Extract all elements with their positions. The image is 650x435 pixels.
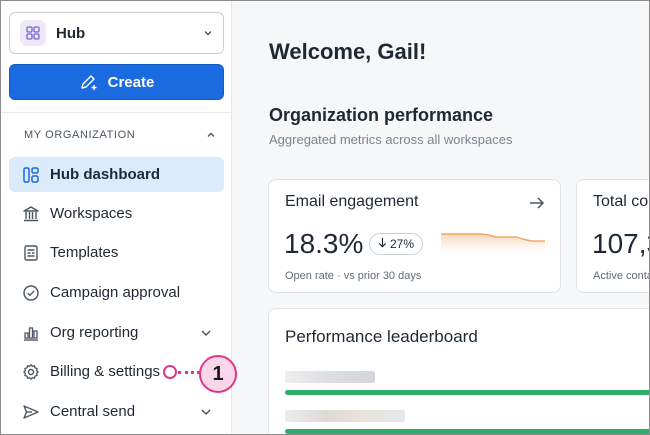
dashboard-icon [21, 165, 41, 185]
sidebar-item-org-reporting[interactable]: Org reporting [9, 315, 224, 350]
arrow-right-icon[interactable] [528, 195, 546, 211]
pencil-plus-icon [80, 75, 97, 90]
sidebar-item-label: Templates [50, 244, 119, 261]
delta-value: 27% [390, 237, 415, 251]
gear-icon [21, 362, 41, 382]
sidebar-item-hub-dashboard[interactable]: Hub dashboard [9, 157, 224, 192]
sidebar-item-label: Central send [50, 403, 136, 420]
callout-connector [178, 371, 200, 374]
sidebar-item-label: Org reporting [50, 324, 139, 341]
section-title-performance: Organization performance [269, 105, 494, 125]
chevron-down-icon [204, 31, 212, 36]
building-icon [21, 204, 41, 224]
metric-value: 107,3 [592, 228, 649, 259]
redacted-name [285, 371, 375, 383]
hub-selector-label: Hub [56, 24, 86, 42]
arrow-down-icon [378, 237, 387, 251]
sidebar-item-label: Hub dashboard [50, 166, 161, 183]
section-header-my-organization[interactable]: MY ORGANIZATION [24, 129, 216, 141]
sidebar-item-label: Campaign approval [50, 284, 181, 301]
sidebar-item-campaign-approval[interactable]: Campaign approval [9, 275, 224, 310]
hub-selector[interactable]: Hub [9, 12, 224, 54]
card-title: Email engagement [285, 193, 419, 210]
templates-icon [21, 243, 41, 263]
check-circle-icon [21, 283, 41, 303]
main-content: Welcome, Gail! Organization performance … [232, 1, 650, 434]
sidebar-item-central-send[interactable]: Central send [9, 394, 224, 429]
redacted-name [285, 410, 405, 422]
sidebar-item-templates[interactable]: Templates [9, 235, 224, 270]
callout-target-ring [163, 365, 177, 379]
email-engagement-card[interactable]: Email engagement 18.3% 27% Open rate · v… [268, 179, 561, 293]
performance-leaderboard-card: Performance leaderboard [268, 308, 649, 434]
chevron-up-icon [207, 132, 215, 137]
card-title: Performance leaderboard [285, 327, 478, 346]
sidebar: Hub Create MY ORGANIZATION Hub dashboard… [1, 1, 232, 434]
sidebar-item-label: Workspaces [50, 205, 133, 222]
section-title: MY ORGANIZATION [24, 129, 136, 141]
create-button[interactable]: Create [9, 64, 224, 100]
page-title: Welcome, Gail! [269, 39, 427, 64]
metric-value: 18.3% [284, 228, 364, 259]
card-title: Total co [593, 193, 649, 210]
create-button-label: Create [107, 73, 155, 91]
callout-badge: 1 [199, 355, 237, 393]
sidebar-item-workspaces[interactable]: Workspaces [9, 196, 224, 231]
progress-bar [285, 429, 649, 434]
delta-badge: 27% [369, 233, 424, 255]
card-footer: Active conta [593, 270, 650, 282]
total-contacts-card[interactable]: Total co 107,3 Active conta [576, 179, 650, 293]
grid-icon [20, 20, 46, 46]
sparkline [441, 233, 545, 258]
chevron-down-icon [201, 329, 211, 336]
chevron-down-icon [201, 408, 211, 415]
progress-bar [285, 390, 649, 395]
section-subtitle: Aggregated metrics across all workspaces [269, 132, 513, 147]
send-icon [21, 402, 41, 422]
app-window: Hub Create MY ORGANIZATION Hub dashboard… [0, 0, 650, 435]
card-footer: Open rate · vs prior 30 days [285, 270, 422, 282]
sidebar-divider [1, 112, 231, 113]
chart-icon [21, 323, 41, 343]
